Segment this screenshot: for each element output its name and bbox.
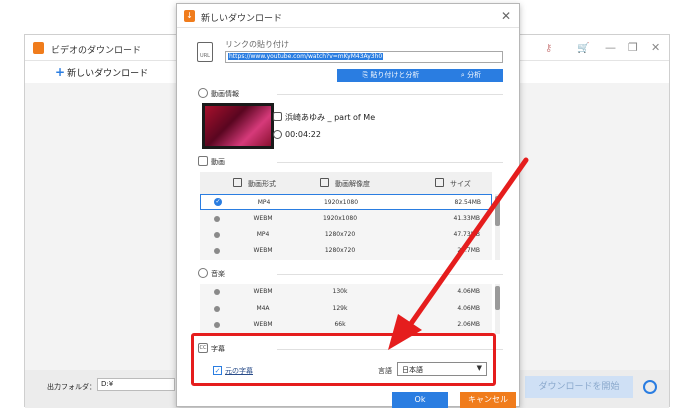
output-folder-input[interactable]: D:¥ [97,378,175,391]
paste-and-analyze-button[interactable]: ⎘ 貼り付けと分析 [337,69,445,82]
dialog-close-icon[interactable]: ✕ [501,9,511,23]
radio-icon[interactable] [214,322,220,328]
table-row[interactable]: WEBM 130k 4.06MB [200,284,492,300]
table-row[interactable]: WEBM 1280x720 23.7MB [200,243,492,259]
video-section-icon [198,156,208,166]
row-format: WEBM [253,321,273,328]
radio-selected-icon[interactable]: ✓ [214,198,222,206]
analyze-button[interactable]: ⌕ 分析 [439,69,503,82]
radio-icon[interactable] [214,289,220,295]
radio-icon[interactable] [214,232,220,238]
url-value: https://www.youtube.com/watch?v=mKyM43Ay… [228,53,384,60]
close-icon[interactable]: ✕ [651,41,660,54]
row-format: MP4 [257,199,271,206]
video-table-header: 動画形式 動画解像度 サイズ [200,172,492,194]
analyze-label: 分析 [467,71,482,79]
row-format: MP4 [256,231,270,238]
video-info-title: 動画情報 [211,90,239,98]
table-row[interactable]: M4A 129k 4.06MB [200,301,492,317]
row-bitrate: 130k [332,288,348,295]
resolution-column-header: 動画解像度 [335,180,370,188]
size-icon [435,178,444,187]
audio-scrollbar-thumb[interactable] [495,286,500,310]
new-download-button[interactable]: + 新しいダウンロード [55,65,148,79]
video-info-icon [198,88,208,98]
row-resolution: 1280x720 [324,231,356,238]
key-icon[interactable]: ⚷ [545,43,552,54]
row-size: 41.33MB [453,215,480,222]
start-download-button[interactable]: ダウンロードを開始 [525,376,633,398]
new-download-label: 新しいダウンロード [67,69,149,79]
table-row[interactable]: WEBM 66k 2.06MB [200,317,492,333]
radio-icon[interactable] [214,248,220,254]
cart-icon[interactable]: 🛒 [577,43,589,54]
divider [277,162,503,163]
video-table: ✓ MP4 1920x1080 82.54MB WEBM 1920x1080 4… [200,194,492,260]
app-logo-icon [33,42,44,54]
dialog-titlebar: ↓ 新しいダウンロード ✕ [177,4,519,28]
cancel-button[interactable]: キャンセル [460,392,516,408]
video-section-title: 動画 [211,158,225,166]
resolution-icon [320,178,329,187]
row-size: 47.73MB [453,231,480,238]
row-size: 82.54MB [454,199,481,206]
video-scrollbar-thumb[interactable] [495,196,500,226]
bg-app-title: ビデオのダウンロード [51,46,142,56]
table-row[interactable]: WEBM 1920x1080 41.33MB [200,211,492,227]
table-row[interactable]: MP4 1280x720 47.73MB [200,227,492,243]
file-icon [273,112,282,121]
video-title: 浜崎あゆみ _ part of Me [285,113,376,122]
restore-icon[interactable]: ❐ [628,41,638,54]
minimize-icon[interactable]: — [605,41,616,54]
dialog-title: 新しいダウンロード [201,14,283,24]
row-size: 4.06MB [457,288,480,295]
paste-and-analyze-label: 貼り付けと分析 [370,71,420,79]
output-folder-label: 出力フォルダ： [47,383,96,391]
row-format: WEBM [253,288,273,295]
size-column-header: サイズ [450,180,471,188]
radio-icon[interactable] [214,306,220,312]
clock-icon [273,130,282,139]
ok-button[interactable]: Ok [392,392,448,408]
row-size: 2.06MB [457,321,480,328]
music-note-icon [198,268,208,278]
radio-icon[interactable] [214,216,220,222]
video-thumbnail [202,103,274,149]
audio-table: WEBM 130k 4.06MB M4A 129k 4.06MB WEBM 66… [200,284,492,334]
row-format: WEBM [253,215,273,222]
video-duration: 00:04:22 [285,130,321,139]
url-clipboard-icon: URL [197,42,213,62]
row-resolution: 1920x1080 [323,199,359,206]
row-bitrate: 129k [332,305,348,312]
row-resolution: 1280x720 [324,247,356,254]
plus-icon: + [55,65,66,79]
row-size: 4.06MB [457,305,480,312]
divider [277,274,503,275]
row-resolution: 1920x1080 [322,215,358,222]
row-format: M4A [256,305,270,312]
divider [277,94,503,95]
url-input[interactable]: https://www.youtube.com/watch?v=mKyM43Ay… [225,51,503,63]
audio-section-title: 音楽 [211,270,225,278]
row-format: WEBM [253,247,273,254]
format-column-header: 動画形式 [248,180,276,188]
format-icon [233,178,242,187]
table-row[interactable]: ✓ MP4 1920x1080 82.54MB [200,194,492,210]
row-bitrate: 66k [334,321,346,328]
alarm-clock-icon[interactable] [643,380,657,394]
download-app-icon: ↓ [184,10,195,22]
row-size: 23.7MB [457,247,480,254]
annotation-highlight-box [191,333,496,386]
paste-link-label: リンクの貼り付け [225,40,289,49]
